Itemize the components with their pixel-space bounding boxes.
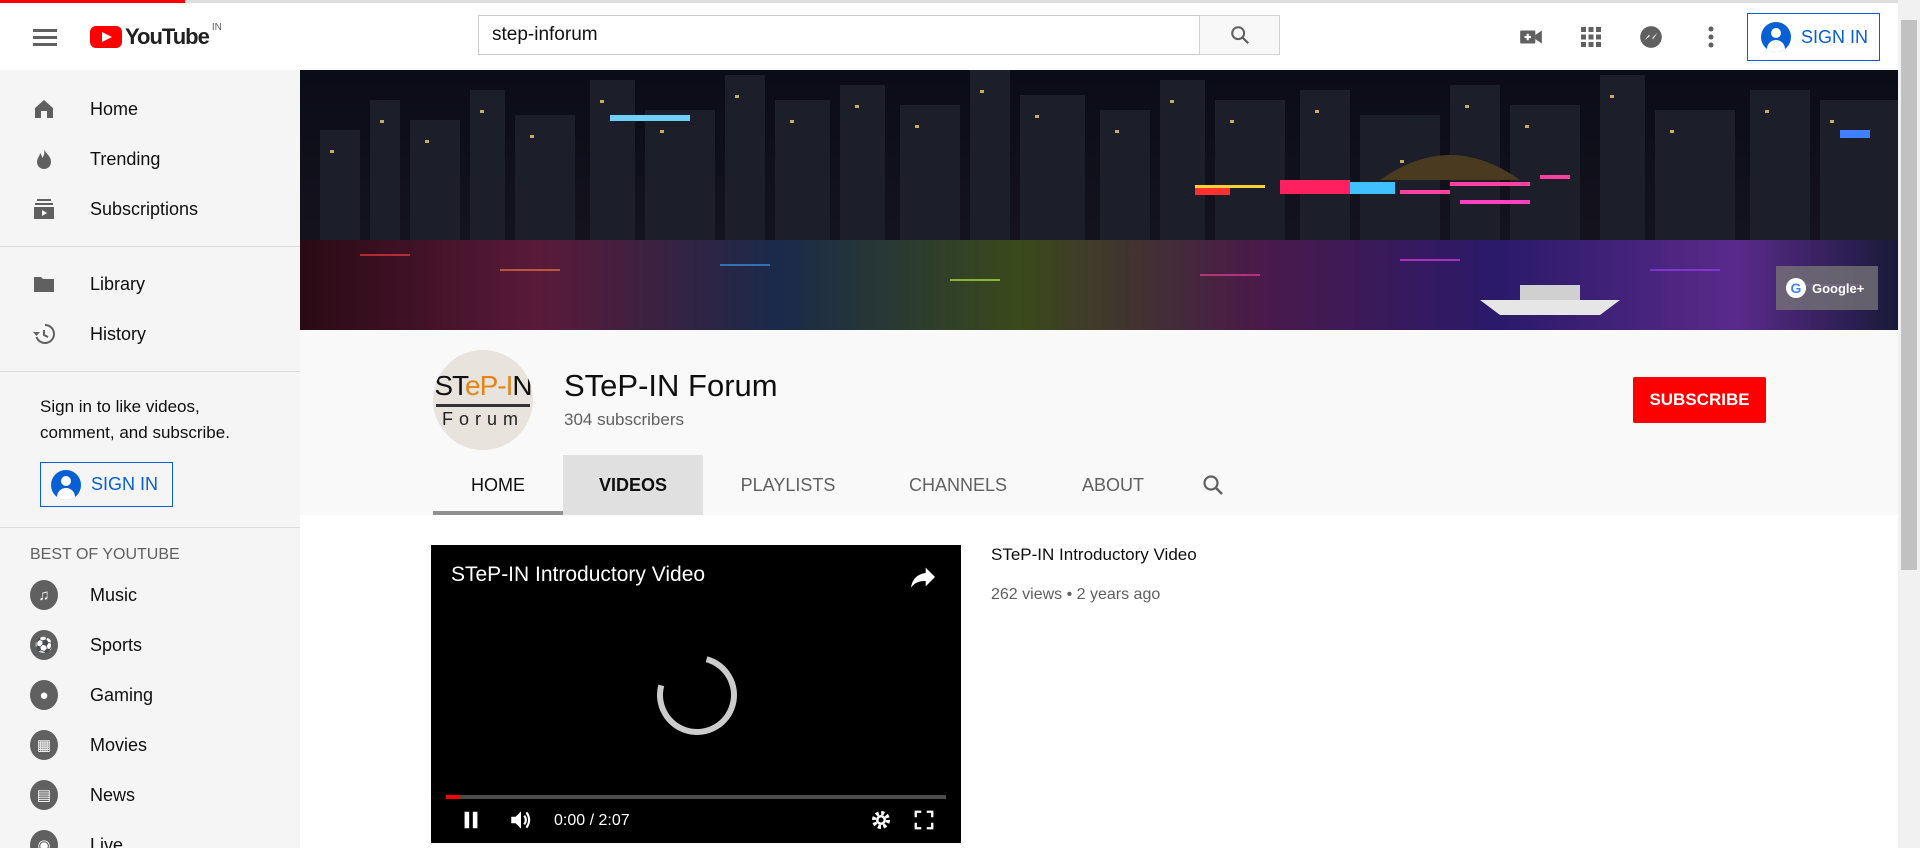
video-metadata: 262 views • 2 years ago [991, 586, 1161, 603]
movies-icon: ▦ [30, 730, 58, 760]
menu-icon[interactable] [28, 25, 62, 49]
channel-header: STeP-IN Forum STeP-IN Forum 304 subscrib… [300, 330, 1898, 515]
sidebar-item-label: Music [90, 584, 138, 605]
google-plus-link[interactable]: G Google+ [1776, 266, 1878, 310]
sidebar-item-label: Live [90, 834, 124, 848]
messages-icon[interactable] [1637, 23, 1665, 51]
signin-button[interactable]: SIGN IN [1747, 13, 1880, 61]
sidebar-item-live[interactable]: ◉ Live [0, 820, 300, 848]
signin-label: SIGN IN [1801, 26, 1869, 47]
share-icon[interactable] [907, 561, 939, 593]
masthead: YouTube IN SIGN IN [0, 3, 1898, 70]
subscriptions-icon [30, 195, 58, 223]
sidebar-item-trending[interactable]: Trending [0, 134, 300, 184]
sidebar-signin-button[interactable]: SIGN IN [40, 462, 173, 507]
loading-spinner [642, 640, 752, 750]
sidebar-item-label: Gaming [90, 684, 154, 705]
sidebar-item-label: Library [90, 273, 146, 294]
sidebar-item-music[interactable]: ♫ Music [0, 570, 300, 620]
history-icon [30, 320, 58, 348]
google-plus-label: Google+ [1812, 280, 1865, 296]
video-title-link[interactable]: STeP-IN Introductory Video [991, 545, 1197, 565]
volume-icon[interactable] [506, 805, 536, 835]
best-of-youtube-heading: BEST OF YOUTUBE [30, 546, 180, 563]
sidebar-divider [0, 246, 300, 247]
sidebar-item-label: Movies [90, 734, 148, 755]
city-skyline-image [300, 70, 1898, 330]
sidebar-item-library[interactable]: Library [0, 259, 300, 309]
youtube-logo[interactable]: YouTube IN [90, 21, 222, 50]
sidebar-item-label: History [90, 323, 147, 344]
account-icon [51, 469, 81, 500]
channel-tabs: HOME VIDEOS PLAYLISTS CHANNELS ABOUT [433, 455, 1243, 515]
search-button[interactable] [1199, 15, 1280, 55]
search-bar [478, 15, 1280, 55]
video-player[interactable]: STeP-IN Introductory Video 0:00 / 2:07 [431, 545, 961, 843]
sidebar-item-label: Subscriptions [90, 198, 199, 219]
avatar-logo-subtext: Forum [441, 409, 524, 429]
sidebar-item-label: Sports [90, 634, 143, 655]
scrollbar-thumb[interactable] [1901, 20, 1917, 570]
channel-banner: G Google+ [300, 70, 1898, 330]
signin-prompt-text: Sign in to like videos, comment, and sub… [40, 397, 230, 442]
tab-home[interactable]: HOME [433, 455, 563, 515]
search-input[interactable] [478, 15, 1199, 55]
sidebar-item-gaming[interactable]: ● Gaming [0, 670, 300, 720]
youtube-play-icon [90, 26, 122, 48]
sidebar-item-subscriptions[interactable]: Subscriptions [0, 184, 300, 234]
signin-label: SIGN IN [91, 474, 159, 494]
sidebar-item-movies[interactable]: ▦ Movies [0, 720, 300, 770]
channel-title: STeP-IN Forum [564, 368, 778, 403]
tab-channels[interactable]: CHANNELS [873, 455, 1043, 515]
news-icon: ▤ [30, 780, 58, 810]
subscribe-button[interactable]: SUBSCRIBE [1633, 377, 1766, 423]
live-icon: ◉ [30, 830, 58, 848]
settings-icon[interactable] [866, 805, 896, 835]
country-code: IN [211, 21, 222, 33]
sidebar-divider [0, 527, 300, 528]
gaming-icon: ● [30, 680, 58, 710]
tab-playlists[interactable]: PLAYLISTS [703, 455, 873, 515]
sidebar-item-label: News [90, 784, 136, 805]
tab-about[interactable]: ABOUT [1043, 455, 1183, 515]
logo-wordmark: YouTube [125, 24, 210, 49]
player-title[interactable]: STeP-IN Introductory Video [451, 563, 705, 587]
sidebar-item-label: Trending [90, 148, 161, 169]
search-icon [1230, 26, 1249, 45]
sidebar-divider [0, 371, 300, 372]
library-icon [30, 270, 58, 298]
subscriber-count: 304 subscribers [564, 410, 685, 429]
avatar-logo-text: STeP-IN [434, 370, 532, 401]
pause-icon[interactable] [456, 805, 486, 835]
sidebar-item-label: Home [90, 98, 139, 119]
player-time: 0:00 / 2:07 [554, 812, 630, 829]
apps-icon[interactable] [1577, 23, 1605, 51]
sidebar-item-home[interactable]: Home [0, 84, 300, 134]
channel-avatar[interactable]: STeP-IN Forum [433, 350, 533, 450]
more-vert-icon[interactable] [1697, 23, 1725, 51]
music-icon: ♫ [30, 580, 58, 610]
fullscreen-icon[interactable] [909, 805, 939, 835]
page-scrollbar[interactable] [1898, 0, 1920, 848]
sidebar-item-news[interactable]: ▤ News [0, 770, 300, 820]
create-video-icon[interactable] [1517, 23, 1545, 51]
tab-videos[interactable]: VIDEOS [563, 455, 703, 515]
trending-icon [30, 145, 58, 173]
channel-search-icon[interactable] [1183, 455, 1243, 515]
google-icon: G [1786, 278, 1806, 298]
progress-bar[interactable] [446, 795, 946, 799]
sports-icon: ⚽ [30, 630, 58, 660]
account-icon [1761, 22, 1791, 52]
sidebar-item-history[interactable]: History [0, 309, 300, 359]
sidebar: Home Trending Subscriptions Library Hist… [0, 70, 300, 848]
home-icon [30, 95, 58, 123]
sidebar-item-sports[interactable]: ⚽ Sports [0, 620, 300, 670]
